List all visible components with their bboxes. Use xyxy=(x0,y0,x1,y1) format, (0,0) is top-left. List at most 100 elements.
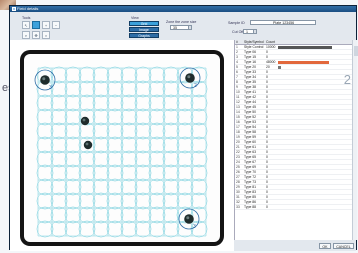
table-row[interactable]: 33 Type 88 0 xyxy=(235,205,357,210)
header-index[interactable]: # xyxy=(235,40,243,44)
row-bar-cell xyxy=(277,170,346,174)
tools-label: Tools xyxy=(22,16,31,20)
plate-surface[interactable]: 3 2 3 xyxy=(24,54,220,242)
grid-tool-button[interactable] xyxy=(32,21,40,29)
app-icon xyxy=(12,7,16,11)
cancel-button[interactable]: CANCEL xyxy=(333,243,354,249)
reference-well-label: 2 xyxy=(194,83,197,89)
reference-well-highlight xyxy=(186,216,190,220)
zone-size-field[interactable]: 35 xyxy=(170,25,192,30)
move-icon: ✥ xyxy=(34,33,38,38)
grid-cell-circle xyxy=(162,122,180,140)
row-index: 16 xyxy=(236,120,240,124)
ok-button[interactable]: OK xyxy=(319,243,331,249)
header-bar xyxy=(277,40,346,44)
row-count: 0 xyxy=(266,85,268,89)
cut-off-spinner[interactable] xyxy=(253,30,256,33)
grid-cell-circle xyxy=(148,206,166,224)
grid-cell-circle xyxy=(64,80,82,98)
header-count[interactable]: Count xyxy=(265,40,277,44)
row-style-name: Type 52 xyxy=(244,115,257,119)
grid-cell-circle xyxy=(148,164,166,182)
remove-tool-button[interactable]: − xyxy=(52,21,60,29)
grid-cell-circle xyxy=(50,80,68,98)
row-style-name: Type 88 xyxy=(244,205,257,209)
view-image-button[interactable]: Image xyxy=(129,27,159,32)
grid-cell-circle xyxy=(134,150,152,168)
grid-cell-circle xyxy=(176,122,194,140)
sample-id-field[interactable]: Plate 123456 xyxy=(250,20,316,25)
cut-off-field[interactable]: 1 xyxy=(243,29,257,34)
grid-cell-circle xyxy=(162,80,180,98)
plate-view[interactable]: 3 2 3 xyxy=(10,40,234,251)
grid-cell-circle xyxy=(92,150,110,168)
row-index: 17 xyxy=(236,125,240,129)
grid-cell-circle xyxy=(162,94,180,112)
grid-cell-circle xyxy=(120,136,138,154)
row-index: 8 xyxy=(236,80,238,84)
grid-cell-circle xyxy=(106,178,124,196)
row-style-name: Type 06 xyxy=(244,50,257,54)
table-scrollbar[interactable] xyxy=(352,40,358,240)
row-bar-cell xyxy=(277,80,346,84)
grid-cell-circle xyxy=(162,66,180,84)
row-bar-cell xyxy=(277,75,346,79)
view-label: View xyxy=(131,16,139,20)
grid-cell-circle xyxy=(78,80,96,98)
table-scroll-thumb[interactable] xyxy=(353,46,358,56)
row-index: 24 xyxy=(236,160,240,164)
row-style-name: Type 34 xyxy=(244,75,257,79)
add-tool-button[interactable]: + xyxy=(42,21,50,29)
row-index: 26 xyxy=(236,170,240,174)
zoom-tool-button[interactable]: ⌕ xyxy=(22,31,30,39)
row-index: 1 xyxy=(236,45,238,49)
grid-cell-circle xyxy=(50,220,68,238)
zoom-icon: ⌕ xyxy=(24,33,28,38)
view-graphs-button[interactable]: Graphs xyxy=(129,33,159,38)
grid-cell-circle xyxy=(92,66,110,84)
select-tool-button[interactable]: ↖ xyxy=(22,21,30,29)
grid-cell-circle xyxy=(162,164,180,182)
plate-grid-overlay[interactable]: 3 2 3 xyxy=(24,54,220,242)
row-style-name: Type 67 xyxy=(244,160,257,164)
row-style-name: Type 85 xyxy=(244,195,257,199)
row-index: 5 xyxy=(236,65,238,69)
row-count: 48000 xyxy=(266,60,276,64)
select-icon: ↖ xyxy=(24,23,28,28)
grid-cell-circle xyxy=(162,150,180,168)
row-bar-cell xyxy=(277,175,346,179)
grid-cell-circle xyxy=(50,164,68,182)
row-index: 30 xyxy=(236,190,240,194)
grid-cell-circle xyxy=(92,136,110,154)
view-grid-button[interactable]: Grid xyxy=(129,21,159,26)
grid-cell-circle xyxy=(92,178,110,196)
grid-cell-circle xyxy=(190,178,208,196)
row-style-name: Type 83 xyxy=(244,190,257,194)
grid-cell-circle xyxy=(106,206,124,224)
grid-cell-circle xyxy=(64,150,82,168)
erase-tool-button[interactable]: × xyxy=(42,31,50,39)
grid-cell-circle xyxy=(64,192,82,210)
erase-icon: × xyxy=(44,33,48,38)
grid-cell-circle xyxy=(78,150,96,168)
header-style[interactable]: Style/Symbol xyxy=(243,40,265,44)
grid-cell-circle xyxy=(148,94,166,112)
row-index: 10 xyxy=(236,90,240,94)
row-count: 0 xyxy=(266,135,268,139)
row-count: 0 xyxy=(266,175,268,179)
row-style-name: Type 35 xyxy=(244,80,257,84)
grid-cell-circle xyxy=(176,164,194,182)
grid-cell-circle xyxy=(50,108,68,126)
move-tool-button[interactable]: ✥ xyxy=(32,31,40,39)
grid-cell-circle xyxy=(190,122,208,140)
grid-cell-circle xyxy=(190,108,208,126)
grid-cell-circle xyxy=(134,122,152,140)
grid-cell-circle xyxy=(36,136,54,154)
grid-cell-circle xyxy=(134,66,152,84)
row-bar-cell xyxy=(277,105,346,109)
row-bar-cell xyxy=(277,205,346,209)
zone-size-spinner[interactable] xyxy=(188,26,191,29)
row-count: 0 xyxy=(266,145,268,149)
grid-cell-circle xyxy=(78,192,96,210)
zone-size-value: 35 xyxy=(173,26,177,30)
